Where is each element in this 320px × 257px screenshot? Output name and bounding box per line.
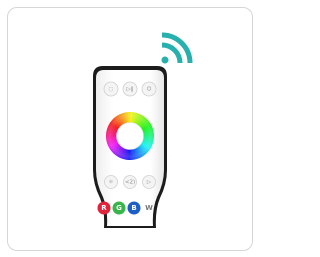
svg-text:W: W bbox=[145, 204, 153, 212]
power-button[interactable]: ⏻ bbox=[141, 81, 157, 97]
mid-button-row: ☼ <2) ▷ bbox=[104, 175, 156, 189]
brightness-button[interactable]: ☼ bbox=[104, 175, 118, 189]
svg-text:◌: ◌ bbox=[109, 87, 114, 93]
top-button-row: ◌ ▷‖ ⏻ bbox=[103, 81, 157, 97]
svg-text:⏻: ⏻ bbox=[147, 86, 152, 93]
red-button[interactable]: R bbox=[97, 201, 111, 215]
play-pause-button[interactable]: ▷‖ bbox=[122, 81, 138, 97]
color-wheel-center bbox=[116, 122, 144, 150]
signal-icon bbox=[161, 32, 193, 64]
green-button[interactable]: G bbox=[112, 201, 126, 215]
svg-text:▷‖: ▷‖ bbox=[127, 87, 134, 93]
product-image: ◌ ▷‖ ⏻ ☼ <2) ▷ R G B W bbox=[93, 32, 193, 228]
svg-text:<2): <2) bbox=[125, 180, 135, 186]
mode-up-button[interactable]: ▷ bbox=[142, 175, 156, 189]
blue-button[interactable]: B bbox=[127, 201, 141, 215]
svg-text:R: R bbox=[101, 204, 107, 212]
svg-text:B: B bbox=[131, 204, 136, 212]
svg-text:G: G bbox=[116, 204, 122, 212]
svg-text:☼: ☼ bbox=[109, 179, 114, 186]
mode-down-button[interactable]: <2) bbox=[123, 175, 137, 189]
white-button[interactable]: W bbox=[145, 204, 153, 212]
remote-control: ◌ ▷‖ ⏻ ☼ <2) ▷ R G B W bbox=[93, 66, 167, 228]
scene-button[interactable]: ◌ bbox=[103, 81, 119, 97]
